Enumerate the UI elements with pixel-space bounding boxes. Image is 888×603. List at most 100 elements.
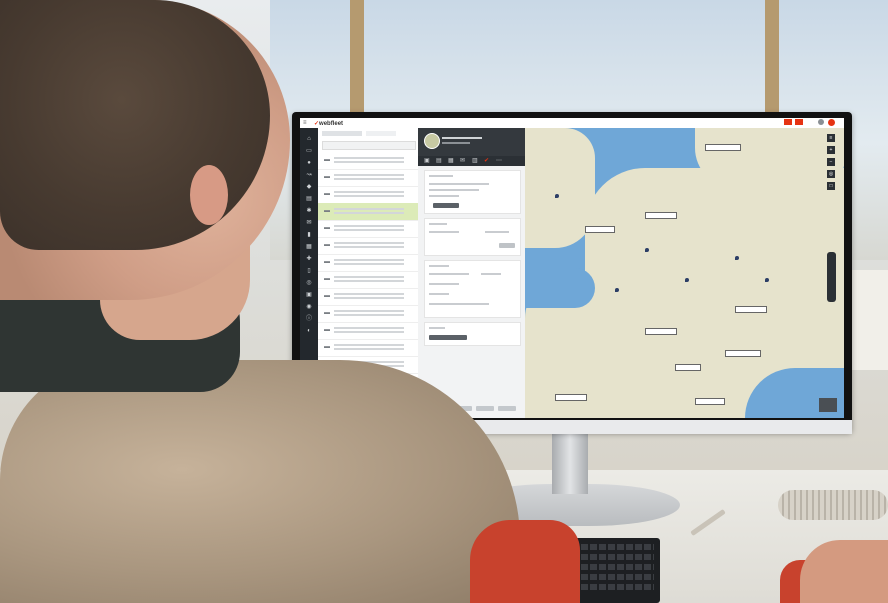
alarm-icon[interactable]: ◉ [305,304,313,310]
stats-icon[interactable]: ▦ [448,158,454,164]
map-minimap[interactable] [819,398,837,412]
list-item-subtitle [334,246,404,248]
list-item-title [334,174,404,176]
detail-line [429,303,489,305]
fuel-icon[interactable]: ▮ [305,232,313,238]
person-icon[interactable]: ● [305,160,313,166]
list-item[interactable]: ▬ [318,322,418,340]
list-item-selected[interactable]: ▬ [318,203,418,221]
detail-section-status [424,170,521,214]
list-item-subtitle [334,263,404,265]
detail-action-button[interactable] [499,243,515,248]
route-icon[interactable]: ▤ [436,158,442,164]
map-vehicle-label[interactable] [695,398,725,405]
person-hand [800,540,888,603]
layers-icon[interactable]: ≡ [827,134,835,142]
map-pin-icon[interactable] [765,278,769,282]
detail-subtitle [442,142,470,144]
detail-line [429,189,479,191]
list-filter-tab[interactable] [366,131,396,136]
truck-icon: ▬ [324,259,330,265]
map-vehicle-label[interactable] [645,212,677,219]
list-item[interactable]: ▬ [318,186,418,204]
map-vehicle-label[interactable] [725,350,761,357]
map-water-biscay [525,268,595,308]
map-pin-icon[interactable] [735,256,739,260]
list-item[interactable]: ▬ [318,305,418,323]
info-icon[interactable]: ▣ [424,158,430,164]
map-icon[interactable]: ▣ [305,292,313,298]
map-vehicle-label[interactable] [675,364,701,371]
section-heading [429,175,453,177]
notification-badge-icon[interactable] [795,119,803,125]
list-item-subtitle [334,331,404,333]
alert-badge-icon[interactable] [784,119,792,125]
zoom-in-icon[interactable]: + [827,146,835,154]
map-vehicle-label[interactable] [735,306,767,313]
list-item[interactable]: ▬ [318,237,418,255]
message-icon[interactable]: ✉ [460,158,466,164]
avatar[interactable] [828,119,835,126]
list-item[interactable]: ▬ [318,169,418,187]
map-pin-icon[interactable] [555,194,559,198]
home-icon[interactable]: ⌂ [305,136,313,142]
list-item[interactable]: ▬ [318,152,418,170]
fleet-map[interactable]: ≡ + − ◎ □ [525,128,844,418]
list-item[interactable]: ▬ [318,288,418,306]
truck-icon: ▬ [324,174,330,180]
group-icon[interactable]: ◎ [305,280,313,286]
settings-icon[interactable]: ✱ [305,208,313,214]
map-vehicle-label[interactable] [645,328,677,335]
info-icon[interactable]: ⓘ [305,316,313,322]
calendar-icon[interactable]: ▦ [305,244,313,250]
list-item-subtitle [334,314,404,316]
user-settings-icon[interactable]: ◐ [305,328,313,334]
list-item-subtitle [334,178,404,180]
detail-action-button[interactable] [433,203,459,208]
footer-button[interactable] [476,406,494,411]
more-icon[interactable]: ⋯ [496,158,502,164]
truck-icon: ▬ [324,242,330,248]
map-pin-icon[interactable] [615,288,619,292]
map-vehicle-label[interactable] [585,226,615,233]
footer-button[interactable] [498,406,516,411]
help-icon[interactable] [818,119,824,125]
map-vehicle-label[interactable] [555,394,587,401]
map-side-slider[interactable] [827,252,836,302]
truck-icon[interactable]: ▭ [305,148,313,154]
list-item-title [334,276,404,278]
message-icon[interactable]: ✉ [305,220,313,226]
detail-tabs: ▣ ▤ ▦ ✉ ▥ ✔ ⋯ [418,156,525,166]
locate-icon[interactable]: ◎ [827,170,835,178]
truck-icon: ▬ [324,344,330,350]
pin-icon[interactable]: ◆ [305,184,313,190]
route-icon[interactable]: ↝ [305,172,313,178]
menu-icon[interactable]: ≡ [303,120,307,126]
list-item-title [334,242,404,244]
document-icon[interactable]: ▯ [305,268,313,274]
zoom-out-icon[interactable]: − [827,158,835,166]
map-pin-icon[interactable] [645,248,649,252]
tools-icon[interactable]: ✚ [305,256,313,262]
detail-section-tags [424,322,521,346]
list-item[interactable]: ▬ [318,271,418,289]
search-input[interactable] [322,141,416,150]
list-item[interactable]: ▬ [318,339,418,357]
fullscreen-icon[interactable]: □ [827,182,835,190]
tag-chip[interactable] [429,335,467,340]
detail-line [429,283,459,285]
alert-icon[interactable]: ✔ [484,158,490,164]
chart-icon[interactable]: ▤ [305,196,313,202]
detail-line [429,293,449,295]
map-pin-icon[interactable] [685,278,689,282]
list-item-subtitle [334,229,404,231]
map-vehicle-label[interactable] [705,144,741,151]
list-item-title [334,191,404,193]
list-filter-tab[interactable] [322,131,362,136]
list-item[interactable]: ▬ [318,220,418,238]
tools-icon[interactable]: ▥ [472,158,478,164]
truck-icon: ▬ [324,276,330,282]
truck-icon: ▬ [324,208,330,214]
person-ear [190,165,228,225]
list-item[interactable]: ▬ [318,254,418,272]
